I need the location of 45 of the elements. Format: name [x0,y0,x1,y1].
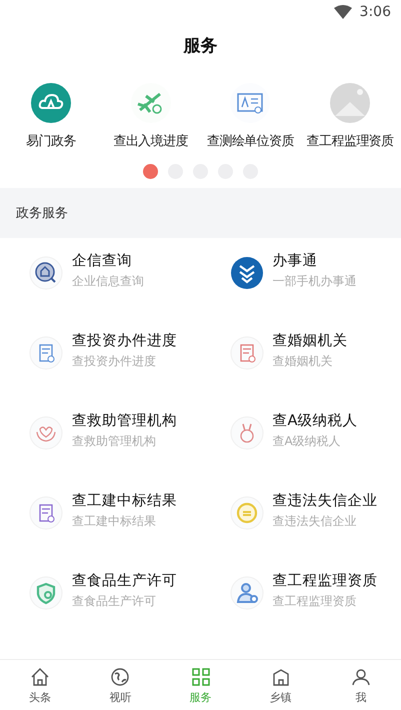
tab-item[interactable]: 头条 [0,660,80,710]
document-icon[interactable] [29,496,63,530]
shortcut-label[interactable]: 查出入境进度 [113,132,188,150]
shortcut-label[interactable]: 易门政务 [26,132,76,150]
shortcut-label[interactable]: 查工程监理资质 [306,132,394,150]
service-title[interactable]: 查投资办件进度 [72,331,177,350]
medal-icon[interactable] [230,416,264,450]
shortcut-label[interactable]: 查测绘单位资质 [206,132,294,150]
tab-item[interactable]: 视听 [80,660,160,710]
service-subtitle: 查A级纳税人 [272,433,342,450]
document-icon[interactable] [29,336,63,370]
service-subtitle: 一部手机办事通 [272,273,356,290]
service-subtitle: 查食品生产许可 [72,593,157,610]
grid-icon [190,666,212,688]
image-placeholder-icon[interactable] [329,82,372,124]
service-title[interactable]: 查A级纳税人 [272,411,358,430]
tab-item[interactable]: 乡镇 [240,660,321,710]
service-subtitle: 查违法失信企业 [272,513,358,530]
page-title: 服务 [184,34,218,56]
tab-item[interactable]: 我 [320,660,401,710]
coin-icon[interactable] [230,496,264,530]
cloud-icon[interactable] [30,82,72,124]
person-icon[interactable] [230,576,264,610]
service-title[interactable]: 查工建中标结果 [72,491,177,510]
service-title[interactable]: 查违法失信企业 [272,491,378,510]
shield-icon[interactable] [29,576,63,610]
service-title[interactable]: 办事通 [272,251,356,270]
section-title: 政务服务 [16,205,68,222]
service-title[interactable]: 查救助管理机构 [72,411,177,430]
wifi-icon [334,5,352,19]
service-subtitle: 企业信息查询 [72,273,144,290]
service-subtitle: 查工建中标结果 [72,513,157,530]
service-title[interactable]: 查食品生产许可 [72,571,177,590]
service-title[interactable]: 查工程监理资质 [272,571,378,590]
service-subtitle: 查投资办件进度 [72,353,157,370]
service-subtitle: 查工程监理资质 [272,593,358,610]
hands-icon[interactable] [29,416,63,450]
status-time: 3:06 [360,4,391,20]
document-icon[interactable] [230,336,264,370]
pager-dot[interactable] [143,164,158,179]
service-subtitle: 查救助管理机构 [72,433,157,450]
service-title[interactable]: 查婚姻机关 [272,331,348,350]
house-icon[interactable] [29,256,63,290]
service-title[interactable]: 企信查询 [72,251,144,270]
service-subtitle: 查婚姻机关 [272,353,334,370]
